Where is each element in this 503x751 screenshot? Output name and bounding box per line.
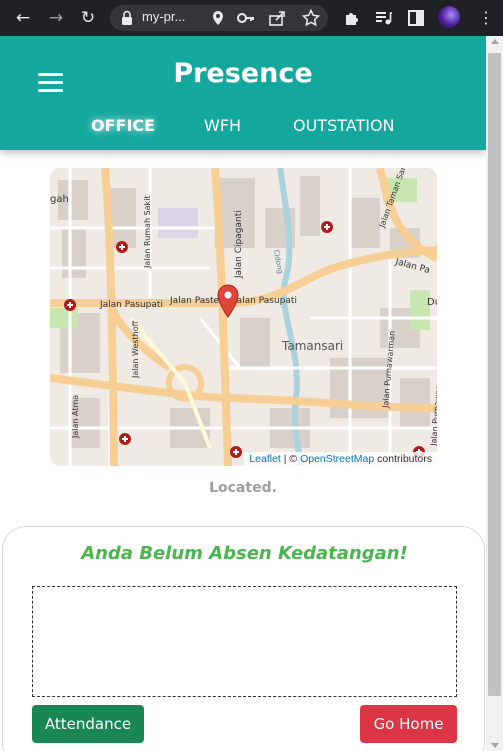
scroll-up-icon[interactable] [491, 39, 499, 44]
tab-outstation[interactable]: OUTSTATION [293, 116, 395, 135]
key-icon[interactable] [236, 8, 256, 28]
leaflet-link[interactable]: Leaflet [249, 453, 281, 465]
scrollbar-thumb[interactable] [488, 53, 501, 696]
map-label: Jalan Cipaganti [234, 210, 244, 279]
address-bar[interactable]: my-pr... [110, 5, 328, 31]
scroll-down-icon[interactable] [491, 743, 499, 748]
attendance-notice: Anda Belum Absen Kedatangan! [81, 543, 408, 564]
app-title: Presence [173, 58, 313, 89]
arrow-right-icon[interactable]: → [45, 7, 67, 29]
attendance-card: Anda Belum Absen Kedatangan! Attendance … [2, 526, 485, 751]
map-label: Jalan Paste [169, 296, 220, 306]
hospital-icon [119, 433, 131, 445]
star-icon[interactable] [301, 8, 321, 28]
puzzle-icon[interactable] [341, 7, 363, 29]
map-label: Jalan Atma [71, 395, 80, 439]
attribution-separator: | © [283, 453, 298, 465]
side-panel-icon[interactable] [405, 7, 427, 29]
hospital-icon [116, 241, 128, 253]
share-icon[interactable] [267, 8, 287, 28]
arrow-left-icon[interactable]: ← [12, 7, 34, 29]
media-control-icon[interactable] [372, 7, 394, 29]
map-label: Jalan Westhoff [131, 320, 140, 379]
hospital-icon [64, 299, 76, 311]
location-icon[interactable] [208, 8, 228, 28]
go-home-button[interactable]: Go Home [360, 705, 457, 743]
map-attribution: Leaflet | © OpenStreetMap contributors [244, 452, 437, 466]
attribution-suffix: contributors [377, 453, 432, 465]
map-label: Du [427, 297, 437, 308]
map-label: Jalan Rumah Sakit [143, 195, 152, 269]
url-text: my-pr... [142, 9, 186, 24]
hospital-icon [321, 221, 333, 233]
map-label: Jalan Pasupati [233, 296, 297, 306]
page-scrollbar[interactable] [486, 36, 503, 751]
attendance-button[interactable]: Attendance [32, 705, 144, 743]
profile-avatar[interactable] [438, 6, 460, 28]
location-map[interactable]: Jalan Pasupati Jalan Paste Jalan Pasupat… [50, 168, 437, 466]
map-label: Jalan Pasupati [99, 300, 163, 310]
browser-toolbar: ← → ↻ my-pr... ⋮ [0, 0, 503, 36]
location-status: Located. [209, 480, 277, 496]
map-tiles: Jalan Pasupati Jalan Paste Jalan Pasupat… [50, 168, 437, 466]
openstreetmap-link[interactable]: OpenStreetMap [300, 453, 374, 465]
page-viewport: Presence OFFICE WFH OUTSTATION Jalan Pas… [0, 36, 503, 751]
camera-capture-area[interactable] [32, 586, 457, 697]
lock-icon [122, 10, 132, 25]
more-menu-icon[interactable]: ⋮ [476, 7, 496, 29]
map-label: gah [50, 194, 69, 205]
reload-icon[interactable]: ↻ [77, 7, 99, 29]
tab-office[interactable]: OFFICE [91, 116, 155, 135]
map-label: Tamansari [281, 339, 343, 353]
app-header: Presence OFFICE WFH OUTSTATION [0, 36, 486, 150]
tab-wfh[interactable]: WFH [204, 116, 241, 135]
hospital-icon [230, 446, 242, 458]
